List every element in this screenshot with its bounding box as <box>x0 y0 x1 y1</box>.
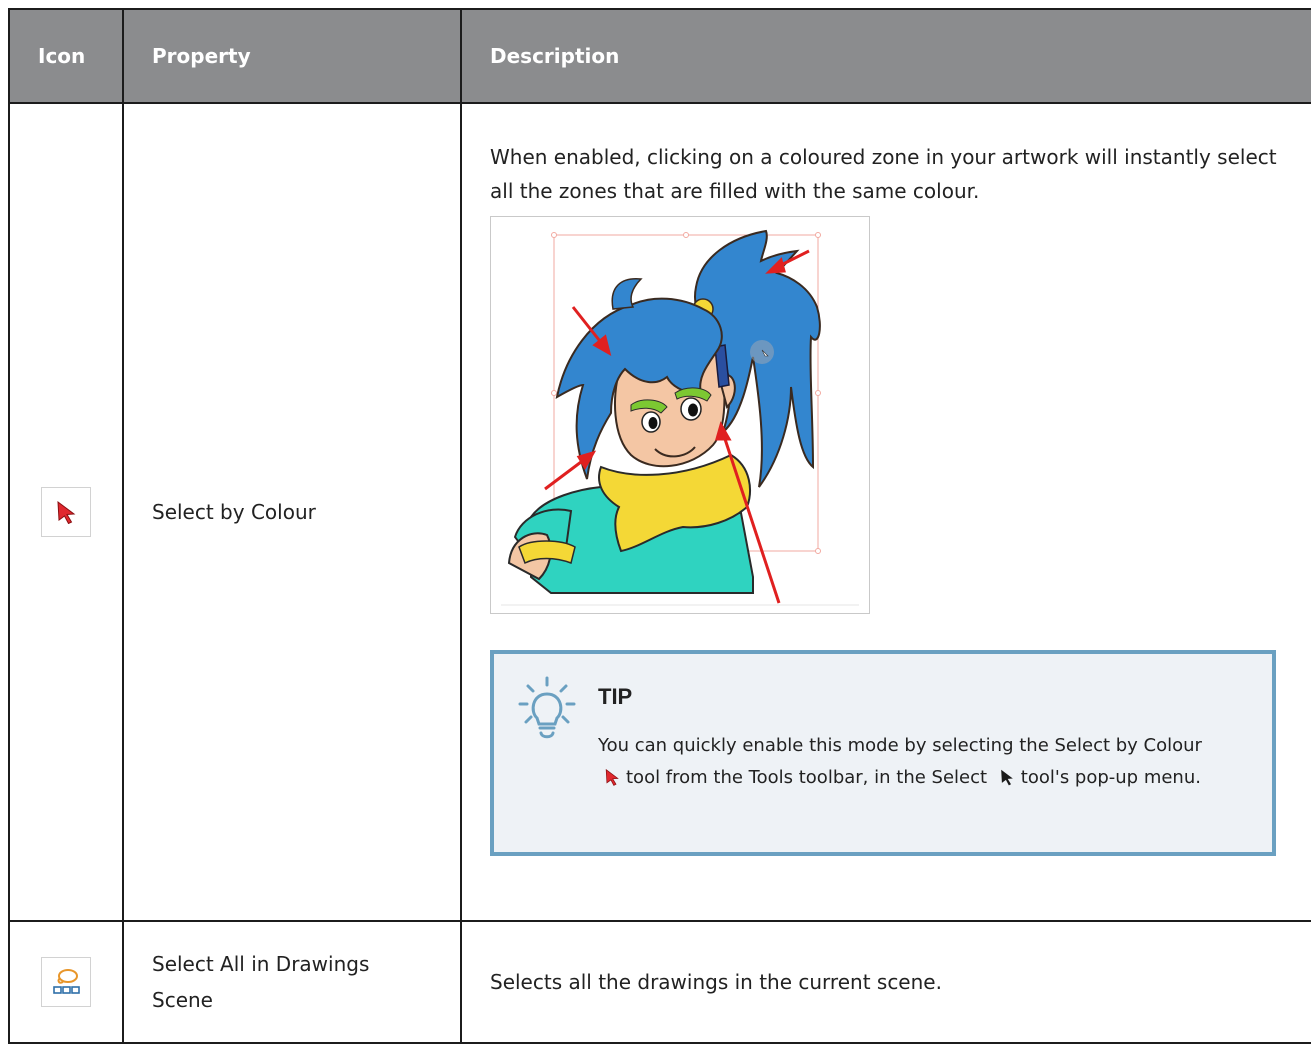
icon-cell <box>8 920 124 1044</box>
select-all-drawings-icon <box>41 957 91 1007</box>
properties-table: Icon Property Description Select by Colo… <box>8 8 1311 1044</box>
description-cell: When enabled, clicking on a coloured zon… <box>460 102 1311 922</box>
select-by-colour-inline-icon <box>604 765 620 797</box>
description-cell: Selects all the drawings in the current … <box>460 920 1311 1044</box>
tip-text-after: tool's pop-up menu. <box>1020 767 1201 788</box>
header-property: Property <box>122 8 462 104</box>
icon-cell <box>8 102 124 922</box>
lightbulb-icon <box>518 676 576 745</box>
table-header-row: Icon Property Description <box>8 8 1311 104</box>
tip-text-before: You can quickly enable this mode by sele… <box>598 735 1202 756</box>
table-row: Select by Colour When enabled, clicking … <box>8 102 1311 922</box>
tip-body: You can quickly enable this mode by sele… <box>598 730 1258 797</box>
tip-text-middle: tool from the Tools toolbar, in the Sele… <box>626 767 988 788</box>
select-arrow-inline-icon <box>999 765 1015 797</box>
select-by-colour-icon <box>41 487 91 537</box>
tip-box: TIP You can quickly enable this mode by … <box>490 650 1276 856</box>
table-row: Select All in Drawings Scene Selects all… <box>8 920 1311 1044</box>
header-description: Description <box>460 8 1311 104</box>
property-cell: Select by Colour <box>122 102 462 922</box>
tip-title: TIP <box>598 684 633 709</box>
header-icon: Icon <box>8 8 124 104</box>
description-text: When enabled, clicking on a coloured zon… <box>490 145 1277 203</box>
artwork-image <box>490 216 870 614</box>
property-cell: Select All in Drawings Scene <box>122 920 462 1044</box>
